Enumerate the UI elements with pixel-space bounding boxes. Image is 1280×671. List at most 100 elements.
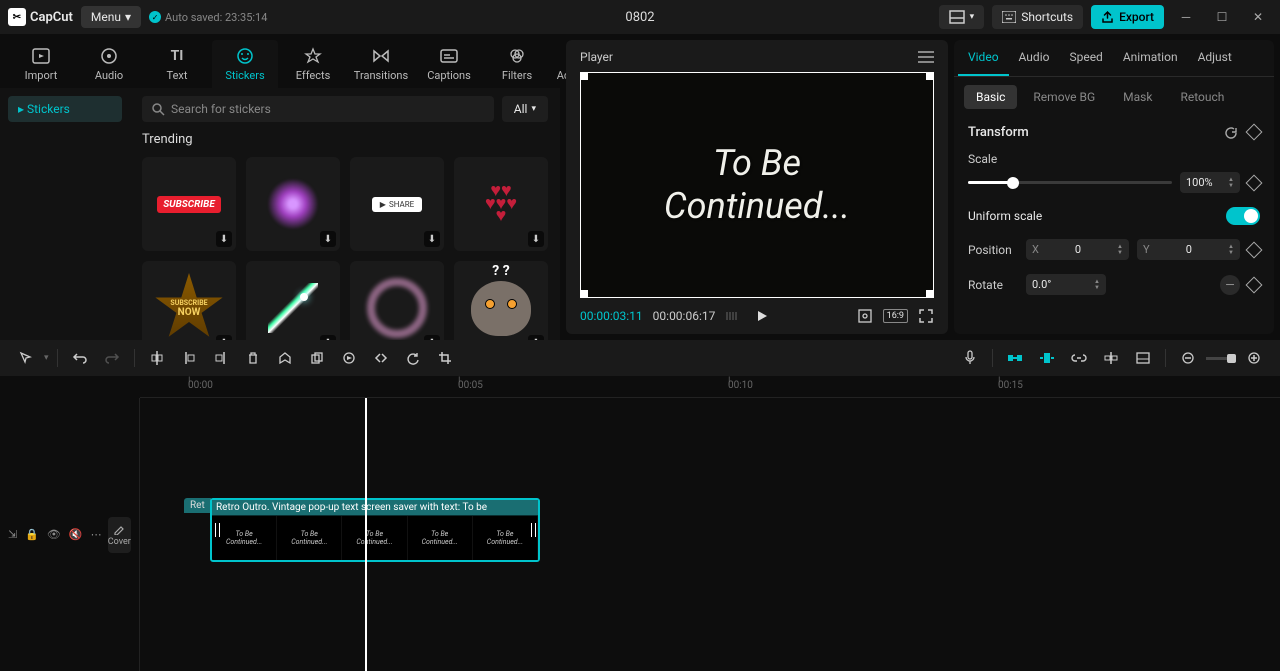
preview-track-tool[interactable] (1129, 344, 1157, 372)
aspect-ratio[interactable]: 16:9 (883, 309, 908, 323)
align-tool[interactable] (1097, 344, 1125, 372)
subtab-basic[interactable]: Basic (964, 85, 1017, 109)
split-tool[interactable] (143, 344, 171, 372)
compare-icon[interactable] (725, 310, 739, 322)
player-menu-button[interactable] (918, 51, 934, 63)
resize-handle-tr[interactable] (926, 72, 934, 80)
clip-handle-left[interactable] (214, 520, 220, 540)
trim-left-tool[interactable] (175, 344, 203, 372)
sidebar-item-stickers[interactable]: ▸ Stickers (8, 96, 122, 122)
keyframe-rotate[interactable] (1246, 276, 1263, 293)
duplicate-tool[interactable] (303, 344, 331, 372)
tab-stickers[interactable]: Stickers (212, 40, 278, 88)
resize-handle-br[interactable] (926, 290, 934, 298)
mirror-tool[interactable] (367, 344, 395, 372)
rotate-tool[interactable] (399, 344, 427, 372)
trim-right-tool[interactable] (207, 344, 235, 372)
playhead[interactable] (365, 398, 367, 671)
collapse-icon[interactable]: ⇲ (8, 528, 17, 541)
redo-button[interactable] (98, 344, 126, 372)
resize-handle-tl[interactable] (580, 72, 588, 80)
sticker-comet[interactable]: ⬇ (246, 261, 340, 340)
prop-tab-adjust[interactable]: Adjust (1188, 40, 1242, 76)
tab-effects[interactable]: Effects (280, 40, 346, 88)
subtab-mask[interactable]: Mask (1111, 85, 1164, 109)
subtab-retouch[interactable]: Retouch (1168, 85, 1236, 109)
subtab-removebg[interactable]: Remove BG (1021, 85, 1107, 109)
zoom-slider[interactable] (1206, 357, 1236, 360)
maximize-button[interactable]: ☐ (1208, 3, 1236, 31)
tab-audio[interactable]: Audio (76, 40, 142, 88)
more-icon[interactable]: ⋯ (91, 528, 102, 541)
tab-captions[interactable]: Captions (416, 40, 482, 88)
tab-filters[interactable]: Filters (484, 40, 550, 88)
keyframe-scale[interactable] (1246, 174, 1263, 191)
lock-icon[interactable]: 🔒 (25, 528, 39, 541)
timeline-ruler[interactable]: 00:00 | 00:05 | 00:10 | 00:15 | (140, 376, 1280, 398)
fullscreen-icon[interactable] (918, 308, 934, 324)
sticker-ring[interactable]: ⬇ (350, 261, 444, 340)
download-icon[interactable]: ⬇ (424, 335, 440, 340)
layout-button[interactable]: ▾ (939, 5, 985, 29)
sticker-hearts[interactable]: ♥♥♥♥♥♥⬇ (454, 157, 548, 251)
close-button[interactable]: ✕ (1244, 3, 1272, 31)
delete-tool[interactable] (239, 344, 267, 372)
download-icon[interactable]: ⬇ (320, 335, 336, 340)
download-icon[interactable]: ⬇ (528, 231, 544, 247)
clip-handle-right[interactable] (530, 520, 536, 540)
scale-slider[interactable] (968, 181, 1172, 184)
prop-tab-audio[interactable]: Audio (1009, 40, 1060, 76)
mic-tool[interactable] (956, 344, 984, 372)
marker-tool[interactable] (271, 344, 299, 372)
cover-button[interactable]: Cover (108, 517, 131, 553)
rotate-dial[interactable]: ─ (1220, 275, 1240, 295)
rotate-input[interactable]: 0.0°▲▼ (1026, 274, 1106, 295)
scale-input[interactable]: 100%▲▼ (1180, 172, 1240, 193)
position-x-input[interactable]: X0▲▼ (1026, 239, 1129, 260)
tab-text[interactable]: TIText (144, 40, 210, 88)
play-button[interactable] (755, 309, 769, 323)
keyframe-icon[interactable] (1246, 123, 1263, 140)
sticker-subscribe-now[interactable]: SUBSCRIBENOW⬇ (142, 261, 236, 340)
sticker-cat[interactable]: ⬇ (454, 261, 548, 340)
undo-button[interactable] (66, 344, 94, 372)
download-icon[interactable]: ⬇ (424, 231, 440, 247)
reset-icon[interactable] (1224, 126, 1238, 140)
timeline-tracks[interactable]: Ret Retro Outro. Vintage pop-up text scr… (140, 398, 1280, 671)
resize-handle-bl[interactable] (580, 290, 588, 298)
crop-tool[interactable] (431, 344, 459, 372)
spinner-icon[interactable]: ▲▼ (1228, 177, 1234, 189)
prop-tab-animation[interactable]: Animation (1113, 40, 1188, 76)
focus-icon[interactable] (857, 308, 873, 324)
prop-tab-speed[interactable]: Speed (1059, 40, 1112, 76)
position-y-input[interactable]: Y0▲▼ (1137, 239, 1240, 260)
sticker-share[interactable]: ▶ SHARE⬇ (350, 157, 444, 251)
export-button[interactable]: Export (1091, 5, 1164, 29)
chevron-down-icon[interactable]: ▾ (44, 353, 49, 363)
filter-all-button[interactable]: All ▾ (502, 96, 548, 122)
snap-tool[interactable] (1033, 344, 1061, 372)
speed-tool[interactable] (335, 344, 363, 372)
sticker-firework[interactable]: ⬇ (246, 157, 340, 251)
link-tool[interactable] (1065, 344, 1093, 372)
menu-button[interactable]: Menu ▾ (81, 6, 141, 28)
uniform-toggle[interactable] (1226, 207, 1260, 225)
sticker-subscribe[interactable]: SUBSCRIBE⬇ (142, 157, 236, 251)
search-input[interactable]: Search for stickers (142, 96, 494, 122)
keyframe-position[interactable] (1246, 241, 1263, 258)
prop-tab-video[interactable]: Video (958, 40, 1009, 76)
select-tool[interactable] (12, 344, 40, 372)
shortcuts-button[interactable]: Shortcuts (992, 5, 1083, 29)
preview-canvas[interactable]: To Be Continued... (580, 72, 934, 298)
mute-icon[interactable]: 🔇 (69, 528, 83, 541)
download-icon[interactable]: ⬇ (216, 335, 232, 340)
zoom-in-button[interactable] (1240, 344, 1268, 372)
zoom-out-button[interactable] (1174, 344, 1202, 372)
eye-icon[interactable]: 👁 (47, 528, 61, 541)
tab-import[interactable]: Import (8, 40, 74, 88)
download-icon[interactable]: ⬇ (320, 231, 336, 247)
video-clip[interactable]: Retro Outro. Vintage pop-up text screen … (210, 498, 540, 562)
minimize-button[interactable]: ─ (1172, 3, 1200, 31)
magnet-tool[interactable] (1001, 344, 1029, 372)
download-icon[interactable]: ⬇ (216, 231, 232, 247)
